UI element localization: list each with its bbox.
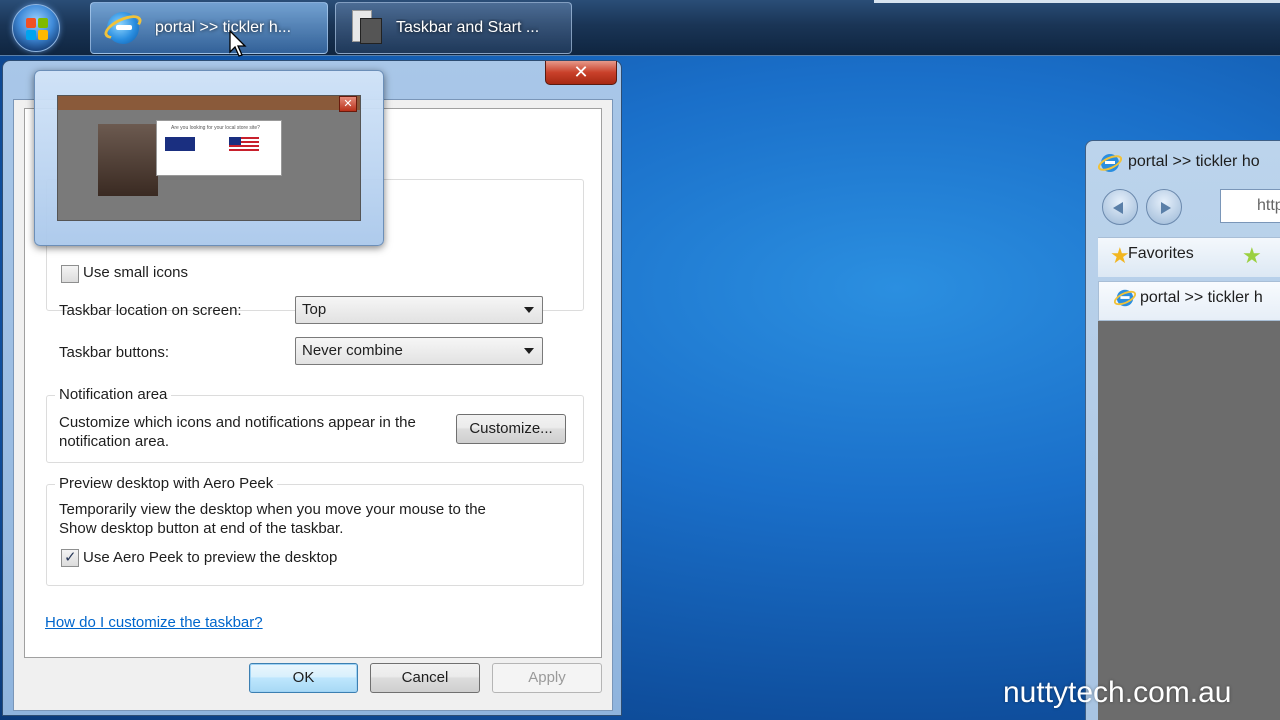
ie-page-content — [1098, 321, 1280, 720]
ok-button[interactable]: OK — [249, 663, 358, 693]
start-button[interactable] — [12, 4, 60, 52]
apply-button[interactable]: Apply — [492, 663, 602, 693]
taskbar-buttons-dropdown[interactable]: Never combine — [295, 337, 543, 365]
internet-explorer-icon — [101, 8, 145, 48]
notification-desc-line2: notification area. — [59, 433, 170, 450]
taskbar: portal >> tickler h... Taskbar and Start… — [0, 0, 1280, 56]
internet-explorer-icon — [1114, 289, 1136, 307]
taskbar-button-label: Taskbar and Start ... — [396, 19, 540, 36]
aero-peek-title: Preview desktop with Aero Peek — [55, 475, 278, 492]
taskbar-button-ie-portal[interactable]: portal >> tickler h... — [90, 2, 328, 54]
properties-document-icon — [348, 8, 384, 48]
usa-flag-icon — [229, 137, 259, 151]
help-link[interactable]: How do I customize the taskbar? — [45, 614, 263, 631]
address-bar[interactable]: http — [1220, 189, 1280, 223]
add-favorites-icon[interactable]: ★ — [1242, 243, 1262, 269]
back-arrow-icon — [1113, 202, 1123, 214]
forward-arrow-icon — [1161, 202, 1171, 214]
aero-peek-desc-line2: Show desktop button at end of the taskba… — [59, 520, 344, 537]
windows-logo-icon — [26, 18, 48, 40]
cancel-button[interactable]: Cancel — [370, 663, 480, 693]
aero-peek-checkbox-label: Use Aero Peek to preview the desktop — [83, 549, 338, 566]
taskbar-button-taskbar-properties[interactable]: Taskbar and Start ... — [335, 2, 572, 54]
favorites-button[interactable]: Favorites — [1128, 245, 1194, 263]
taskbar-edge-strip — [874, 0, 1280, 3]
use-small-icons-checkbox[interactable] — [61, 265, 79, 283]
taskbar-button-label: portal >> tickler h... — [155, 19, 292, 36]
customize-button[interactable]: Customize... — [456, 414, 566, 444]
internet-explorer-icon — [1098, 154, 1122, 172]
ie-window-title: portal >> tickler ho — [1128, 153, 1260, 170]
thumbnail-store-popup: Are you looking for your local store sit… — [156, 120, 282, 176]
internet-explorer-window: portal >> tickler ho http ★ Favorites ★ … — [1085, 140, 1280, 720]
notification-desc-line1: Customize which icons and notifications … — [59, 414, 416, 431]
taskbar-thumbnail-preview[interactable]: Are you looking for your local store sit… — [34, 70, 384, 246]
notification-area-group: Notification area Customize which icons … — [46, 386, 584, 463]
aero-peek-desc-line1: Temporarily view the desktop when you mo… — [59, 501, 486, 518]
taskbar-location-value: Top — [302, 301, 327, 318]
thumbnail-popup-text: Are you looking for your local store sit… — [171, 125, 260, 131]
thumbnail-photo — [98, 124, 158, 196]
favorites-star-icon: ★ — [1110, 243, 1130, 268]
aero-peek-group: Preview desktop with Aero Peek Temporari… — [46, 475, 584, 586]
chevron-down-icon — [524, 307, 534, 313]
dialog-close-button[interactable]: ✕ — [545, 61, 617, 85]
watermark: nuttytech.com.au — [1003, 676, 1232, 709]
taskbar-buttons-label: Taskbar buttons: — [59, 344, 170, 361]
back-button[interactable] — [1102, 189, 1138, 225]
thumbnail-page-image: Are you looking for your local store sit… — [57, 95, 361, 221]
chevron-down-icon — [524, 348, 534, 354]
taskbar-location-dropdown[interactable]: Top — [295, 296, 543, 324]
use-small-icons-label: Use small icons — [83, 264, 189, 281]
address-text: http — [1257, 197, 1280, 214]
notification-area-title: Notification area — [55, 386, 172, 403]
aero-peek-checkbox[interactable] — [61, 548, 79, 567]
taskbar-buttons-value: Never combine — [302, 342, 403, 359]
thumbnail-close-button[interactable]: ✕ — [339, 96, 357, 112]
ie-tab-label[interactable]: portal >> tickler h — [1140, 289, 1263, 307]
forward-button[interactable] — [1146, 189, 1182, 225]
australia-flag-icon — [165, 137, 195, 151]
taskbar-location-label: Taskbar location on screen: — [59, 302, 242, 319]
mouse-cursor-icon — [229, 30, 247, 57]
